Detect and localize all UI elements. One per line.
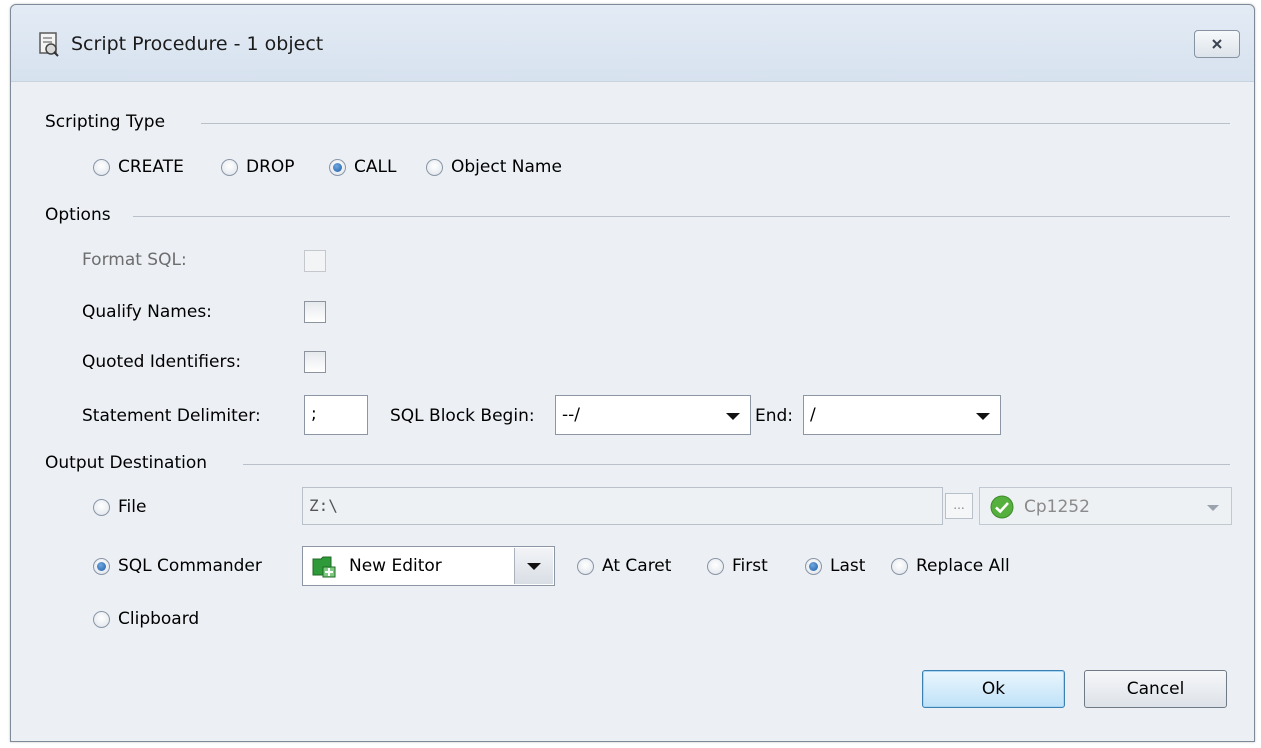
radio-file-label: File [118,497,147,517]
encoding-value: Cp1252 [1024,497,1090,517]
radio-object-name-button[interactable] [426,158,443,176]
title-bar[interactable]: Script Procedure - 1 object [11,5,1254,82]
radio-sql-commander-button[interactable] [93,557,110,575]
radio-first-button[interactable] [707,557,724,575]
close-icon [1212,39,1222,49]
radio-call[interactable]: CALL [329,157,396,177]
radio-first-label: First [732,556,768,576]
radio-file[interactable]: File [93,497,146,517]
options-heading: Options [45,205,111,225]
quoted-identifiers-label: Quoted Identifiers: [82,352,242,372]
script-icon [39,32,59,57]
encoding-combo: Cp1252 [979,487,1232,525]
radio-clipboard-label: Clipboard [118,609,200,629]
end-combo[interactable]: / [803,395,1001,435]
radio-last-label: Last [830,556,866,576]
editor-dropdown-button[interactable] [514,548,553,584]
radio-at-caret-label: At Caret [602,556,672,576]
close-button[interactable] [1194,30,1240,58]
sql-block-begin-label: SQL Block Begin: [390,406,535,426]
radio-call-label: CALL [354,157,397,177]
new-editor-icon [312,556,336,578]
options-divider [133,216,1230,217]
radio-last-button[interactable] [805,557,822,575]
statement-delimiter-label: Statement Delimiter: [82,406,261,426]
file-path-input: Z:\ [302,487,943,525]
output-destination-heading: Output Destination [45,453,208,473]
quoted-identifiers-checkbox[interactable] [304,351,326,373]
sql-block-begin-combo[interactable]: --/ [555,395,751,435]
radio-at-caret[interactable]: At Caret [577,556,671,576]
cancel-button[interactable]: Cancel [1084,670,1227,708]
sql-block-begin-value: --/ [562,405,580,425]
radio-create-label: CREATE [118,157,184,177]
radio-object-name[interactable]: Object Name [426,157,562,177]
radio-create[interactable]: CREATE [93,157,184,177]
radio-sql-commander-label: SQL Commander [118,556,262,576]
radio-file-button[interactable] [93,498,110,516]
format-sql-label: Format SQL: [82,250,187,270]
editor-combo[interactable]: New Editor [302,546,555,586]
qualify-names-label: Qualify Names: [82,302,212,322]
end-value: / [810,405,816,425]
radio-drop-button[interactable] [221,158,238,176]
ok-button[interactable]: Ok [922,670,1065,708]
output-destination-divider [243,464,1230,465]
radio-sql-commander[interactable]: SQL Commander [93,556,262,576]
end-label: End: [755,406,794,426]
checkmark-icon [990,495,1014,519]
editor-value: New Editor [349,556,442,576]
script-procedure-dialog: Script Procedure - 1 object Scripting Ty… [10,4,1255,742]
radio-replace-all-label: Replace All [916,556,1010,576]
chevron-down-icon [976,413,990,420]
radio-first[interactable]: First [707,556,768,576]
radio-drop[interactable]: DROP [221,157,295,177]
radio-create-button[interactable] [93,158,110,176]
chevron-down-icon [1207,505,1219,511]
radio-clipboard[interactable]: Clipboard [93,609,199,629]
radio-at-caret-button[interactable] [577,557,594,575]
scripting-type-heading: Scripting Type [45,112,166,132]
window-title: Script Procedure - 1 object [71,33,324,55]
qualify-names-checkbox[interactable] [304,301,326,323]
radio-call-button[interactable] [329,158,346,176]
radio-replace-all[interactable]: Replace All [891,556,1010,576]
statement-delimiter-input[interactable]: ; [304,395,368,435]
browse-button: ... [945,493,973,519]
chevron-down-icon [726,413,740,420]
radio-last[interactable]: Last [805,556,865,576]
radio-object-name-label: Object Name [451,157,562,177]
scripting-type-divider [201,123,1230,124]
format-sql-checkbox [304,250,326,272]
radio-replace-all-button[interactable] [891,557,908,575]
radio-drop-label: DROP [246,157,295,177]
radio-clipboard-button[interactable] [93,610,110,628]
